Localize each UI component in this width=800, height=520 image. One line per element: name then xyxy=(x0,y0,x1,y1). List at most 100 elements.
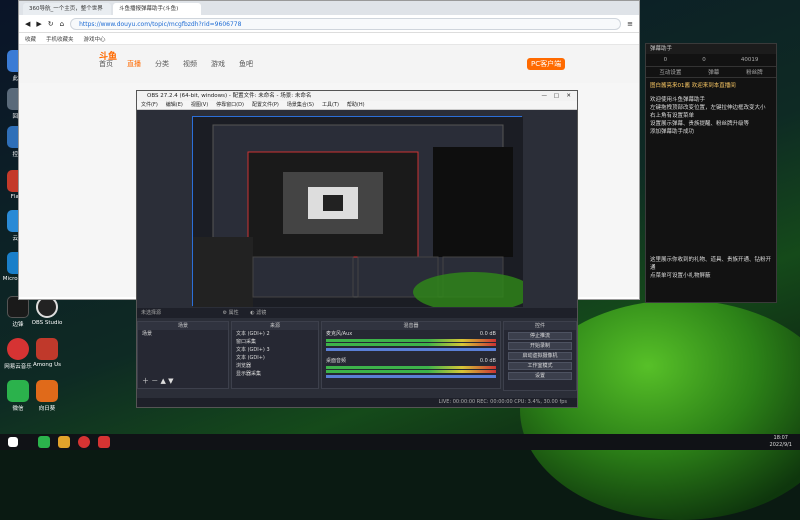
refresh-icon[interactable]: ↻ xyxy=(48,20,54,28)
start-recording-button[interactable]: 开始录制 xyxy=(508,342,572,350)
source-toolbar: 未选择源 ⚙ 属性 ◐ 滤镜 xyxy=(137,308,577,318)
taskbar-app-icon[interactable] xyxy=(78,436,90,448)
stat-value: 0 xyxy=(663,57,668,63)
virtual-camera-button[interactable]: 启动虚拟摄像机 xyxy=(508,352,572,360)
desktop-icon-label: 边锋 xyxy=(12,322,24,328)
maximize-icon[interactable]: □ xyxy=(554,91,559,101)
up-icon[interactable]: ▲ xyxy=(160,377,165,385)
home-icon[interactable]: ⌂ xyxy=(60,20,64,28)
scene-item[interactable]: 场景 xyxy=(138,330,228,338)
douyu-nav-item[interactable]: 游戏 xyxy=(211,59,225,69)
browser-toolbar: ◀ ▶ ↻ ⌂ https://www.douyu.com/topic/mcgf… xyxy=(19,15,639,33)
danmu-assistant-panel: 弹幕助手 0 0 40019 互动设置 弹幕 粉丝牌 图白酱亮来01酱 欢迎来到… xyxy=(645,43,777,303)
desktop-icon-label: OBS Studio xyxy=(31,320,63,326)
audio-meter xyxy=(326,366,496,369)
douyu-nav-item[interactable]: 鱼吧 xyxy=(239,59,253,69)
menu-icon[interactable]: ≡ xyxy=(627,20,633,28)
close-icon[interactable]: ✕ xyxy=(566,91,571,101)
address-bar[interactable]: https://www.douyu.com/topic/mcgfbzdh?rid… xyxy=(70,17,622,30)
mixer-dock: 混音器 麦克风/Aux 0.0 dB 桌面音频 0.0 dB xyxy=(321,321,501,389)
mixer-channel: 桌面音频 0.0 dB xyxy=(322,357,500,365)
panel-tab[interactable]: 粉丝牌 xyxy=(746,67,763,77)
settings-button[interactable]: 设置 xyxy=(508,372,572,380)
down-icon[interactable]: ▼ xyxy=(168,377,173,385)
douyu-nav-item[interactable]: 直播 xyxy=(127,59,141,69)
favorites-bar: 收藏 手机收藏夹 游戏中心 xyxy=(19,33,639,45)
back-icon[interactable]: ◀ xyxy=(25,20,30,28)
menu-item[interactable]: 配置文件(P) xyxy=(252,101,279,109)
dock-title: 场景 xyxy=(138,322,228,330)
pc-client-button[interactable]: PC客户端 xyxy=(527,58,566,70)
source-item[interactable]: 浏览器 xyxy=(232,362,318,370)
desktop-icon-label: 向日葵 xyxy=(38,406,56,412)
panel-tab[interactable]: 互动设置 xyxy=(659,67,681,77)
minimize-icon[interactable]: — xyxy=(542,91,548,101)
douyu-nav-item[interactable]: 分类 xyxy=(155,59,169,69)
message-line: 欢迎使用斗鱼弹幕助手 xyxy=(650,97,706,103)
channel-db: 0.0 dB xyxy=(479,331,496,337)
windows-start-icon[interactable] xyxy=(8,437,18,447)
remove-icon[interactable]: － xyxy=(151,377,158,385)
source-item[interactable]: 文本 (GDI+) xyxy=(232,354,318,362)
desktop-icon-label: 网易云音乐 xyxy=(4,364,32,370)
menu-item[interactable]: 场景集合(S) xyxy=(287,101,314,109)
desktop-icon-label: Among Us xyxy=(32,362,62,368)
taskbar: 18:07 2022/9/1 xyxy=(0,434,800,450)
desktop-icon-among-us[interactable]: Among Us xyxy=(29,338,65,368)
menu-item[interactable]: 工具(T) xyxy=(322,101,339,109)
taskbar-app-icon[interactable] xyxy=(58,436,70,448)
gift-line: 这里展示你收到的礼物、道具、贵族开通、钻粉开通 xyxy=(650,257,772,271)
panel-stats: 0 0 40019 xyxy=(646,54,776,66)
volume-slider[interactable] xyxy=(326,348,496,351)
studio-mode-button[interactable]: 工作室模式 xyxy=(508,362,572,370)
dock-title: 控件 xyxy=(504,322,576,330)
panel-tabs: 互动设置 弹幕 粉丝牌 xyxy=(646,66,776,78)
menu-item[interactable]: 视图(V) xyxy=(191,101,208,109)
source-item[interactable]: 窗口采集 xyxy=(232,338,318,346)
desktop-icon-sunlogin[interactable]: 向日葵 xyxy=(29,380,65,412)
clock-date: 2022/9/1 xyxy=(769,442,792,448)
channel-name: 麦克风/Aux xyxy=(326,331,353,337)
audio-meter xyxy=(326,343,496,346)
channel-db: 0.0 dB xyxy=(479,358,496,364)
panel-tab[interactable]: 弹幕 xyxy=(708,67,719,77)
source-item[interactable]: 文本 (GDI+) 2 xyxy=(232,330,318,338)
scene-controls: ＋ － ▲ ▼ xyxy=(142,376,173,386)
desktop-icon-obs[interactable]: OBS Studio xyxy=(29,296,65,326)
menu-item[interactable]: 帮助(H) xyxy=(347,101,365,109)
browser-tab-strip: 360导航_一个主页，整个世界 斗鱼播报弹幕助手(斗鱼) xyxy=(19,1,639,15)
favorite-item[interactable]: 收藏 xyxy=(25,35,36,43)
stop-streaming-button[interactable]: 停止推流 xyxy=(508,332,572,340)
taskbar-app-icon[interactable] xyxy=(38,436,50,448)
douyu-logo[interactable]: 斗鱼 xyxy=(99,49,117,62)
properties-gear-icon[interactable]: ⚙ 属性 xyxy=(223,310,239,316)
dock-title: 混音器 xyxy=(322,322,500,330)
add-icon[interactable]: ＋ xyxy=(142,377,149,385)
forward-icon[interactable]: ▶ xyxy=(36,20,41,28)
dock-title: 来源 xyxy=(232,322,318,330)
obs-preview-canvas[interactable] xyxy=(192,116,523,307)
system-clock[interactable]: 18:07 2022/9/1 xyxy=(770,435,792,449)
favorite-item[interactable]: 手机收藏夹 xyxy=(46,35,74,43)
message-line: 右上角有设置菜单 xyxy=(650,113,695,119)
source-item[interactable]: 文本 (GDI+) 3 xyxy=(232,346,318,354)
clock-time: 18:07 xyxy=(773,435,788,441)
filters-icon[interactable]: ◐ 滤镜 xyxy=(250,310,266,316)
scenes-dock: 场景 场景 ＋ － ▲ ▼ xyxy=(137,321,229,389)
message-line: 左键拖拽顶部改变位置，左键拉伸边框改变大小 xyxy=(650,105,766,111)
browser-tab-active[interactable]: 斗鱼播报弹幕助手(斗鱼) xyxy=(113,3,201,15)
menu-item[interactable]: 文件(F) xyxy=(141,101,158,109)
source-item[interactable]: 显示器采集 xyxy=(232,370,318,378)
volume-slider[interactable] xyxy=(326,375,496,378)
douyu-nav-item[interactable]: 视频 xyxy=(183,59,197,69)
obs-status-bar: LIVE: 00:00:00 REC: 00:00:00 CPU: 3.4%, … xyxy=(137,398,577,407)
browser-tab[interactable]: 360导航_一个主页，整个世界 xyxy=(23,3,111,15)
obs-title-text: OBS 27.2.4 (64-bit, windows) - 配置文件: 未命名… xyxy=(147,93,312,99)
favorite-item[interactable]: 游戏中心 xyxy=(84,35,106,43)
menu-item[interactable]: 编辑(E) xyxy=(166,101,183,109)
message-line: 添加弹幕助手成功 xyxy=(650,129,695,135)
panel-title: 弹幕助手 xyxy=(646,44,776,54)
audio-meter xyxy=(326,370,496,373)
taskbar-app-icon[interactable] xyxy=(98,436,110,448)
menu-item[interactable]: 停靠窗口(D) xyxy=(216,101,244,109)
